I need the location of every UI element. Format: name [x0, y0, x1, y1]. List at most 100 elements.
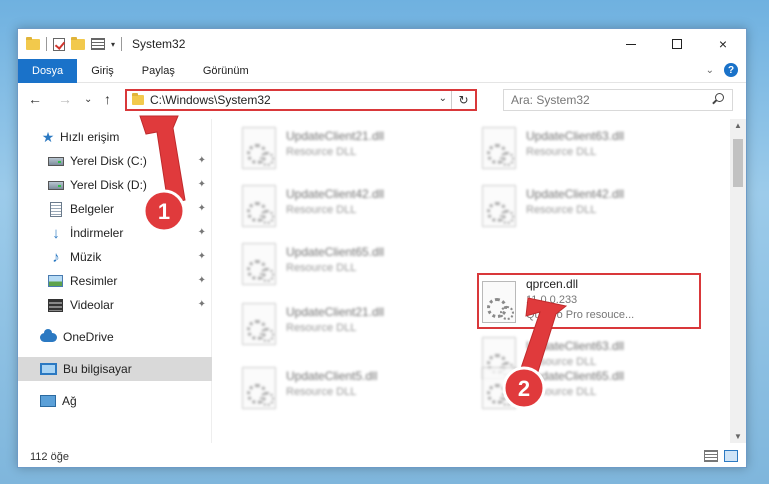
search-input[interactable]: Ara: System32 — [503, 89, 733, 111]
pin-icon[interactable]: ✦ — [198, 275, 206, 286]
file-description: Resource DLL — [286, 146, 357, 158]
minimize-icon — [626, 43, 636, 45]
pictures-icon — [48, 275, 63, 287]
file-name: UpdateClient21.dll — [286, 305, 385, 319]
sidebar-item-documents[interactable]: Belgeler ✦ — [18, 197, 212, 221]
maximize-button[interactable] — [654, 29, 700, 59]
scroll-thumb[interactable] — [733, 139, 743, 187]
pin-icon[interactable]: ✦ — [198, 203, 206, 214]
large-icons-view-icon[interactable] — [724, 450, 738, 462]
sidebar-item-videos[interactable]: Videolar ✦ — [18, 293, 212, 317]
file-item[interactable]: UpdateClient42.dll Resource DLL — [482, 181, 692, 235]
properties-icon[interactable] — [91, 38, 105, 50]
network-icon — [40, 395, 56, 407]
ribbon-right: ⌄ ? — [706, 63, 738, 77]
file-description: Resource DLL — [286, 322, 357, 334]
refresh-button[interactable]: ↻ — [451, 91, 475, 109]
ribbon-expand-icon[interactable]: ⌄ — [706, 65, 714, 76]
videos-icon — [48, 298, 63, 312]
pin-icon[interactable]: ✦ — [198, 155, 206, 166]
pin-icon[interactable]: ✦ — [198, 227, 206, 238]
view-buttons — [704, 450, 738, 462]
close-button[interactable]: × — [700, 29, 746, 59]
file-name: UpdateClient63.dll — [526, 129, 625, 143]
disk-icon — [48, 180, 64, 190]
customize-toolbar-icon[interactable]: ▾ — [111, 40, 115, 49]
details-view-icon[interactable] — [704, 450, 718, 462]
sidebar-item-label: Yerel Disk (C:) — [70, 154, 147, 168]
file-description: Resource DLL — [526, 386, 597, 398]
item-count: 112 öğe — [30, 451, 69, 463]
toolbar-divider — [121, 37, 123, 51]
tab-file[interactable]: Dosya — [18, 58, 78, 83]
highlight-box-file — [477, 273, 701, 329]
dll-file-icon — [242, 185, 276, 227]
file-description: Resource DLL — [286, 262, 357, 274]
scroll-up-icon[interactable]: ▲ — [734, 121, 742, 130]
scroll-down-icon[interactable]: ▼ — [734, 432, 742, 441]
disk-icon — [48, 156, 64, 166]
properties-check-icon[interactable] — [53, 37, 65, 51]
file-item[interactable]: UpdateClient21.dll Resource DLL — [242, 123, 452, 177]
file-name: UpdateClient5.dll — [286, 369, 378, 383]
up-button[interactable]: ↑ — [104, 91, 111, 107]
dll-file-icon — [242, 243, 276, 285]
window-title: System32 — [132, 37, 186, 51]
star-icon: ★ — [41, 128, 55, 145]
dll-file-icon — [482, 185, 516, 227]
maximize-icon — [672, 39, 682, 49]
file-description: Resource DLL — [286, 386, 357, 398]
file-item[interactable]: UpdateClient63.dll Resource DLL — [482, 123, 692, 177]
file-description: Resource DLL — [526, 146, 597, 158]
file-item[interactable]: UpdateClient5.dll Resource DLL — [242, 363, 452, 417]
help-icon[interactable]: ? — [724, 63, 738, 77]
download-icon: ↓ — [52, 224, 60, 242]
sidebar-item-downloads[interactable]: ↓ İndirmeler ✦ — [18, 221, 212, 245]
sidebar-item-label: Videolar — [70, 298, 114, 312]
pin-icon[interactable]: ✦ — [198, 299, 206, 310]
sidebar-item-label: OneDrive — [63, 330, 114, 344]
navigation-pane: ★ Hızlı erişim Yerel Disk (C:) ✦ Yerel D… — [18, 119, 212, 443]
address-path[interactable]: C:\Windows\System32 — [150, 93, 271, 107]
sidebar-item-label: Resimler — [70, 274, 118, 288]
search-icon[interactable] — [715, 93, 724, 102]
sidebar-item-onedrive[interactable]: OneDrive — [18, 325, 212, 349]
dll-file-icon — [242, 127, 276, 169]
document-icon — [50, 201, 62, 217]
sidebar-item-label: Müzik — [70, 250, 102, 264]
sidebar-item-quick-access[interactable]: ★ Hızlı erişim — [18, 125, 212, 149]
address-dropdown-icon[interactable]: ⌄ — [439, 93, 447, 104]
minimize-button[interactable] — [608, 29, 654, 59]
file-item[interactable]: UpdateClient65.dll Resource DLL — [482, 363, 692, 417]
tab-share[interactable]: Paylaş — [128, 59, 189, 83]
file-item[interactable]: UpdateClient65.dll Resource DLL — [242, 239, 452, 293]
sidebar-item-label: Yerel Disk (D:) — [70, 178, 147, 192]
sidebar-item-label: İndirmeler — [70, 226, 124, 240]
vertical-scrollbar[interactable]: ▲ ▼ — [730, 119, 746, 443]
file-item[interactable]: UpdateClient42.dll Resource DLL — [242, 181, 452, 235]
pin-icon[interactable]: ✦ — [198, 251, 206, 262]
dll-file-icon — [482, 127, 516, 169]
tab-home[interactable]: Giriş — [77, 59, 128, 83]
file-description: Resource DLL — [286, 204, 357, 216]
forward-button[interactable]: → — [58, 91, 72, 107]
new-folder-icon[interactable] — [71, 36, 85, 50]
sidebar-item-network[interactable]: Ağ — [18, 389, 212, 413]
sidebar-item-disk-c[interactable]: Yerel Disk (C:) ✦ — [18, 149, 212, 173]
sidebar-item-music[interactable]: ♪ Müzik ✦ — [18, 245, 212, 269]
sidebar-item-disk-d[interactable]: Yerel Disk (D:) ✦ — [18, 173, 212, 197]
file-item[interactable]: UpdateClient21.dll Resource DLL — [242, 299, 452, 353]
dll-file-icon — [242, 303, 276, 345]
back-button[interactable]: ← — [28, 91, 42, 107]
sidebar-item-pictures[interactable]: Resimler ✦ — [18, 269, 212, 293]
tab-view[interactable]: Görünüm — [189, 59, 263, 83]
search-placeholder: Ara: System32 — [511, 93, 590, 107]
file-name: UpdateClient65.dll — [526, 369, 625, 383]
recent-locations-button[interactable]: ⌄ — [84, 94, 92, 105]
file-name: UpdateClient42.dll — [526, 187, 625, 201]
pin-icon[interactable]: ✦ — [198, 179, 206, 190]
sidebar-item-this-pc[interactable]: Bu bilgisayar — [18, 357, 212, 381]
file-description: Resource DLL — [526, 204, 597, 216]
status-bar: 112 öğe — [18, 445, 746, 467]
address-bar[interactable]: C:\Windows\System32 ⌄ ↻ — [125, 89, 477, 111]
